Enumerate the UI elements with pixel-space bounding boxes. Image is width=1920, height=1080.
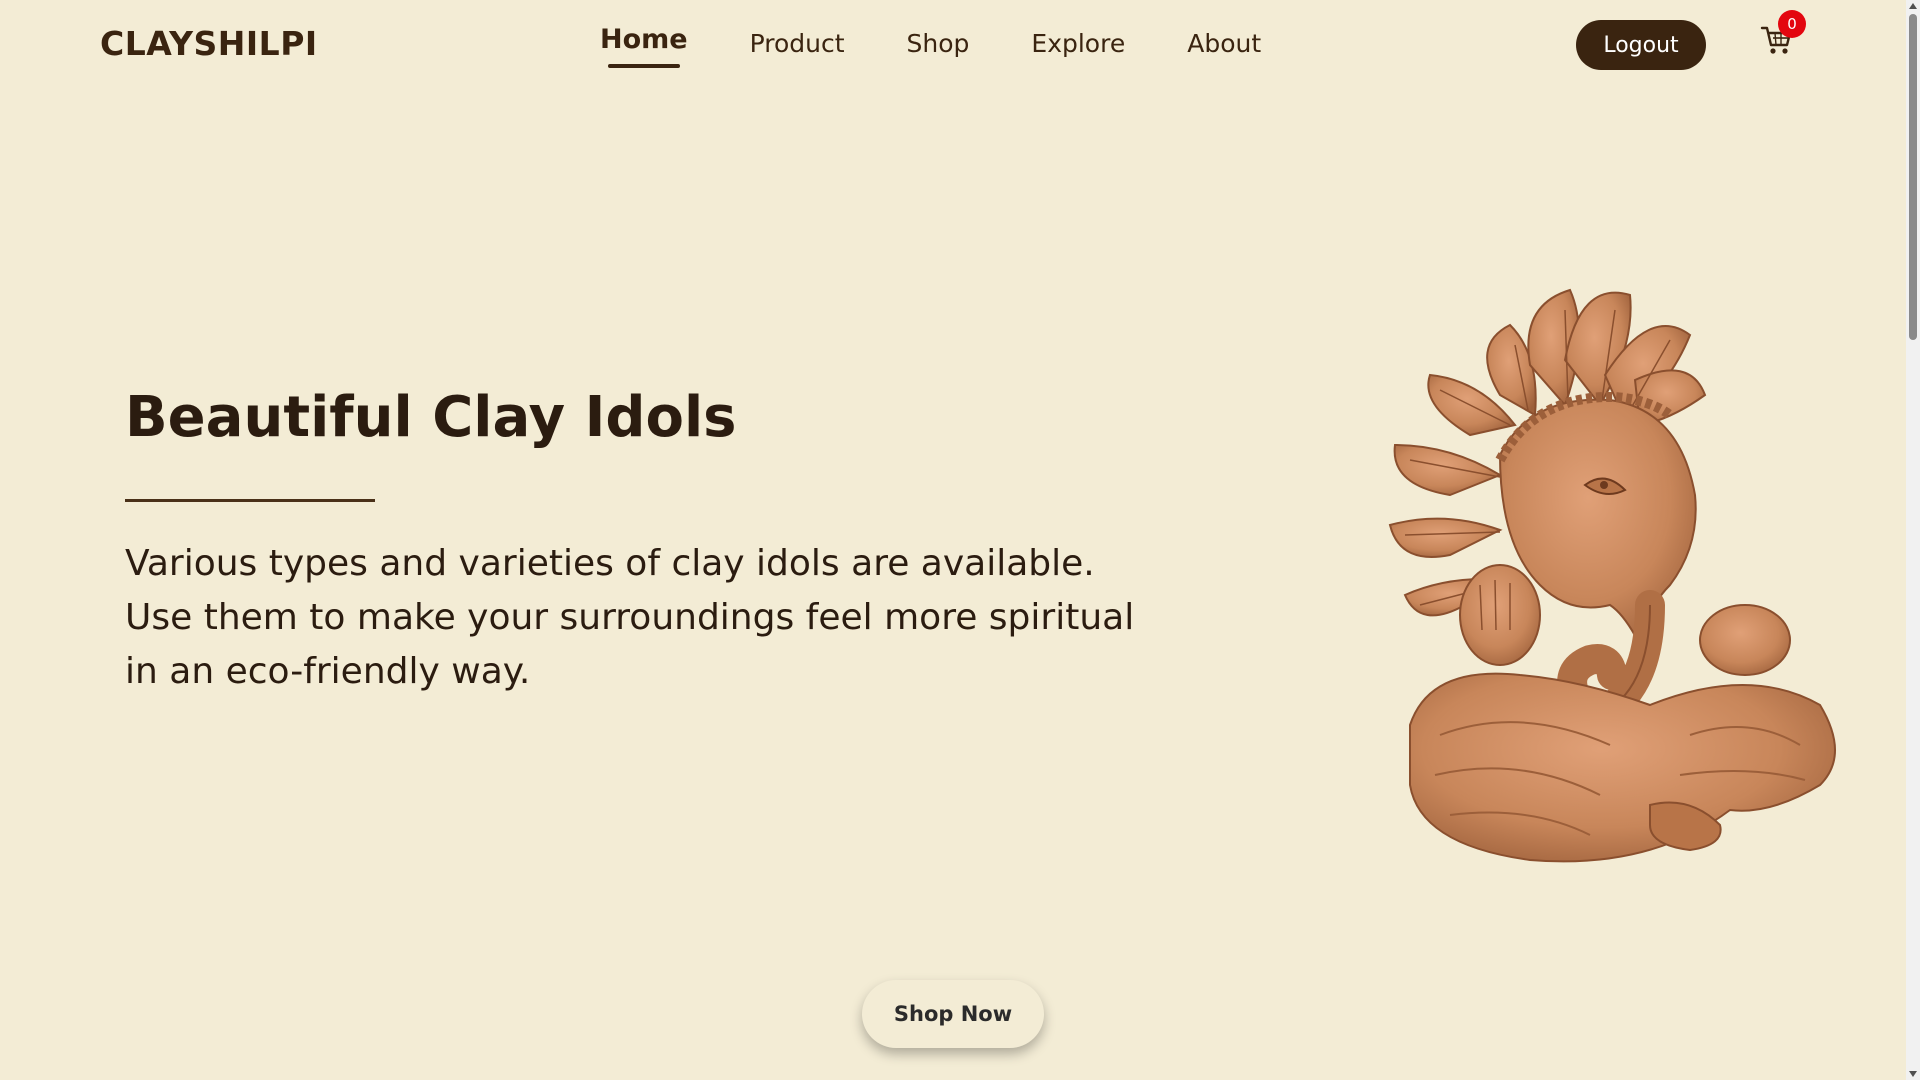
scroll-down-arrow-icon[interactable] [1909,1071,1917,1077]
clay-idol-image [1350,285,1850,875]
nav-item-explore[interactable]: Explore [1031,24,1125,58]
logout-button[interactable]: Logout [1576,20,1706,70]
cart-button[interactable]: 0 [1760,10,1806,60]
nav-item-about[interactable]: About [1187,24,1261,58]
scrollbar-thumb[interactable] [1909,14,1917,340]
scroll-up-arrow-icon[interactable] [1909,3,1917,9]
cart-count-badge: 0 [1778,10,1806,38]
hero-title: Beautiful Clay Idols [125,385,737,450]
page-scrollbar[interactable] [1906,0,1920,1080]
hero-divider [125,499,375,502]
main-nav: Home Product Shop Explore About [600,24,1323,84]
hero-description: Various types and varieties of clay idol… [125,543,1135,692]
shop-now-button[interactable]: Shop Now [862,980,1044,1048]
nav-item-shop[interactable]: Shop [907,24,970,58]
brand-logo[interactable]: CLAYSHILPI [100,24,318,63]
nav-item-product[interactable]: Product [750,24,845,58]
page: CLAYSHILPI Home Product Shop Explore Abo… [0,0,1920,1080]
nav-item-home[interactable]: Home [600,24,688,68]
